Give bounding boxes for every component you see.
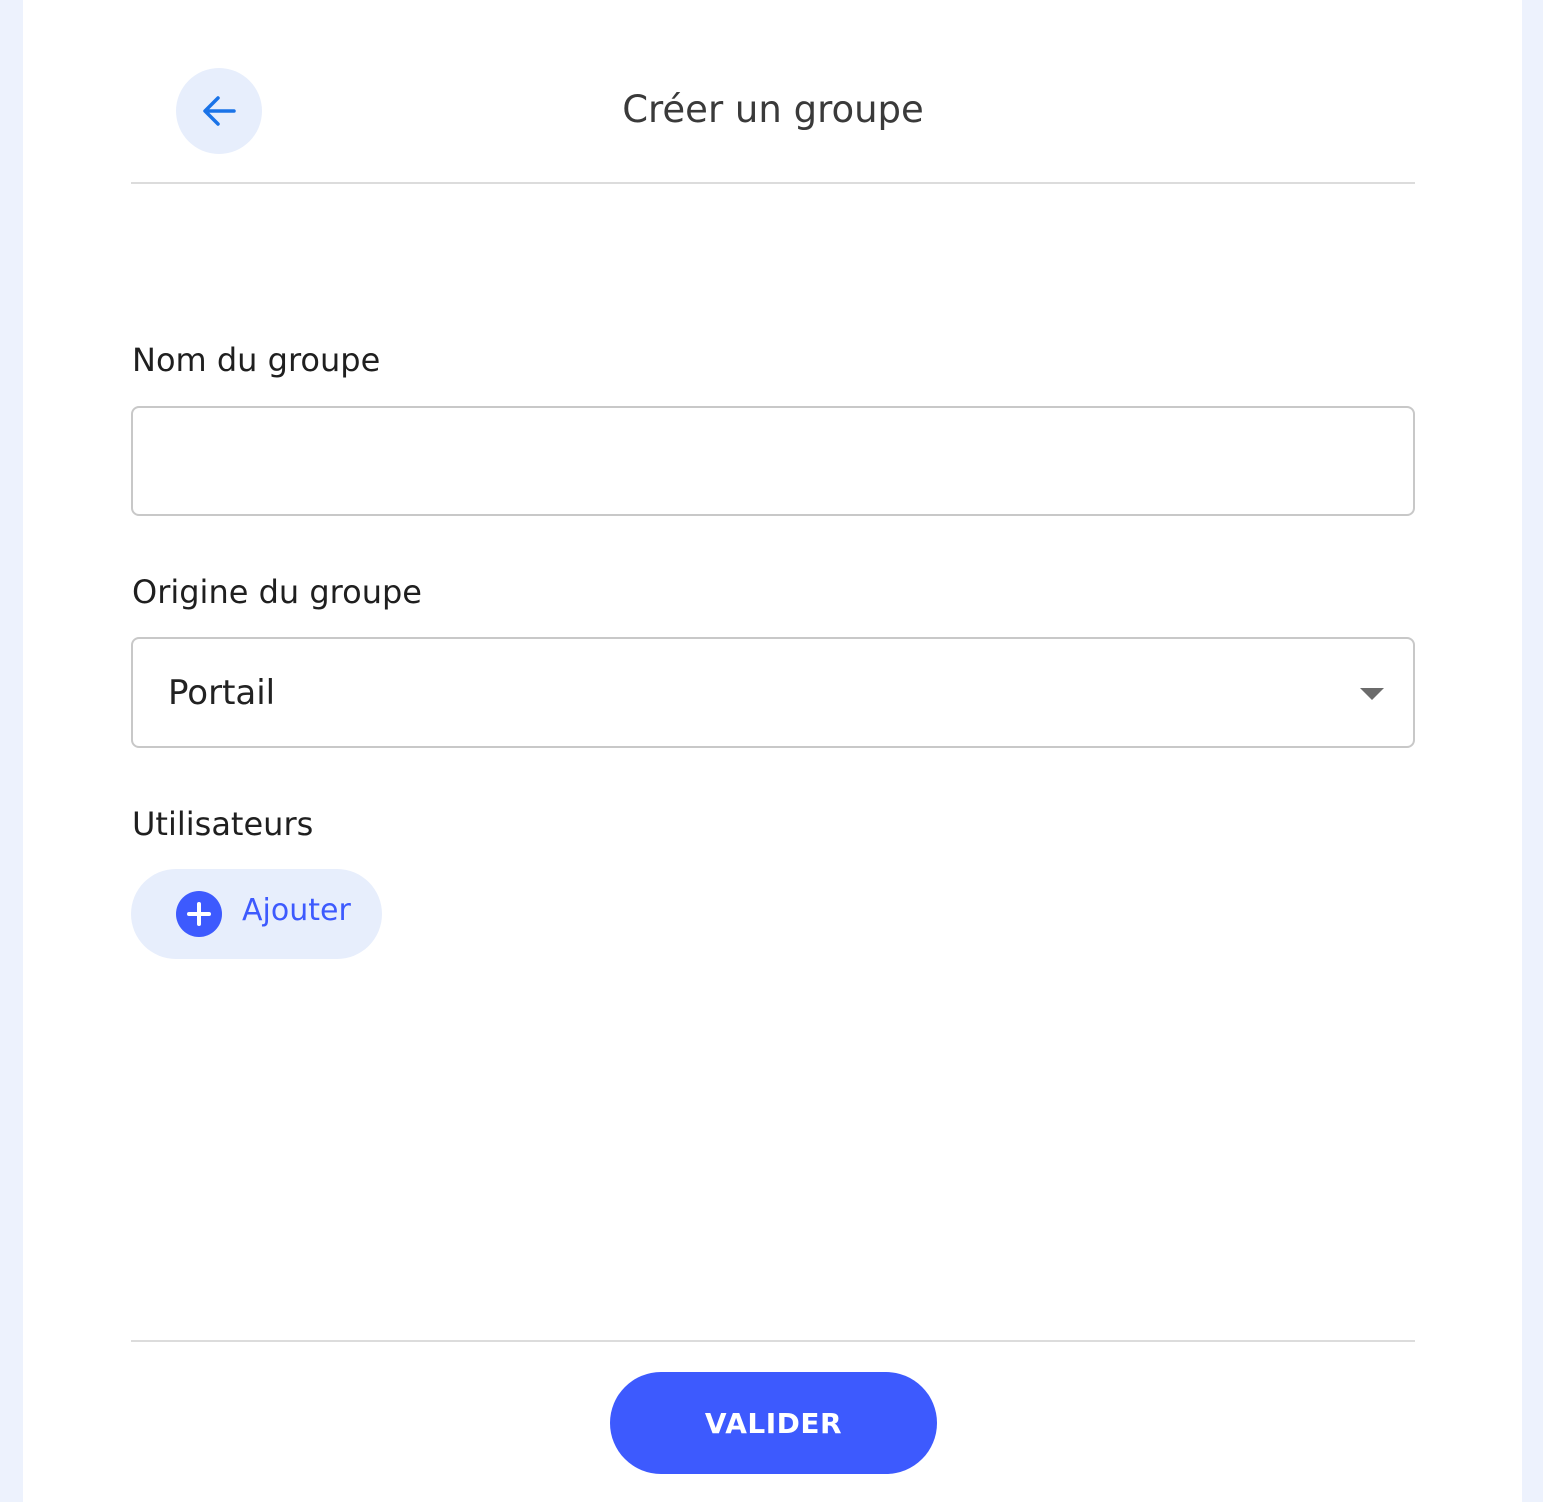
- group-name-input[interactable]: [131, 406, 1415, 516]
- page-title: Créer un groupe: [622, 88, 924, 131]
- form-panel: [23, 0, 1522, 1502]
- footer-divider: [131, 1340, 1415, 1342]
- add-user-label: Ajouter: [242, 893, 351, 928]
- header-divider: [131, 182, 1415, 184]
- group-name-label: Nom du groupe: [132, 341, 381, 379]
- group-origin-select[interactable]: Portail: [131, 637, 1415, 748]
- group-origin-selected-value: Portail: [168, 673, 276, 713]
- submit-button[interactable]: VALIDER: [610, 1372, 937, 1474]
- users-label: Utilisateurs: [132, 805, 314, 843]
- group-origin-label: Origine du groupe: [132, 573, 422, 611]
- plus-circle-icon: [176, 891, 222, 937]
- caret-down-icon: [1360, 688, 1384, 700]
- add-user-button[interactable]: Ajouter: [131, 869, 382, 959]
